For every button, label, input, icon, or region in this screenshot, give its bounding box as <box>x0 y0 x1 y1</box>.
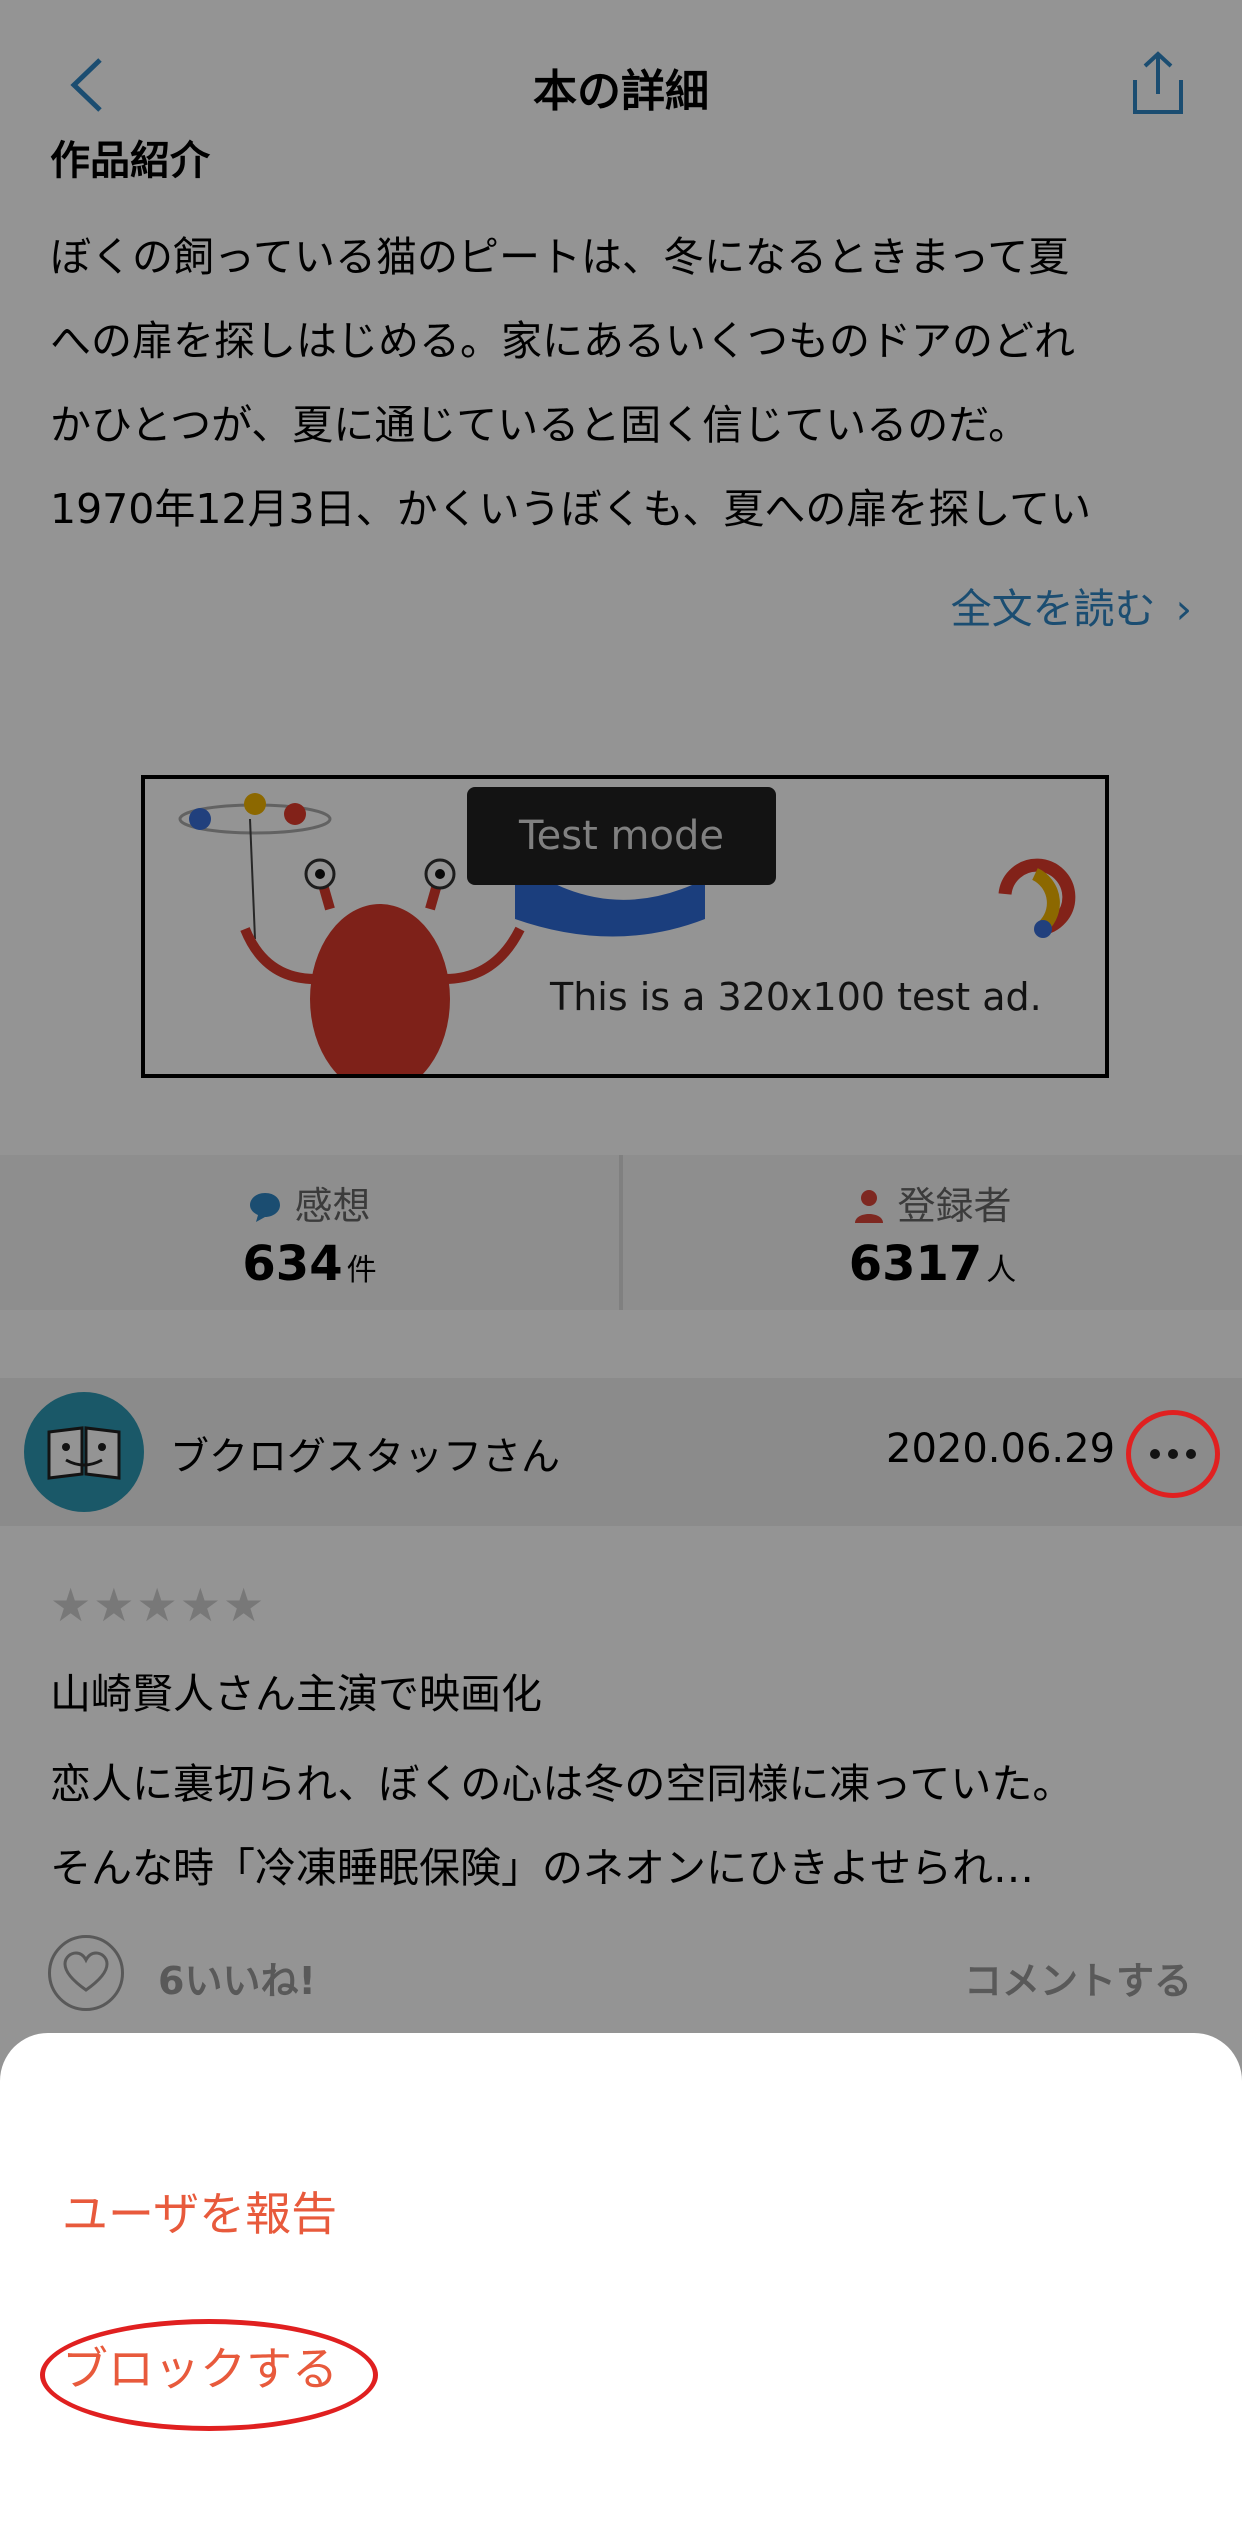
highlight-circle-more <box>1126 1410 1220 1498</box>
action-sheet <box>0 2033 1242 2525</box>
highlight-circle-block <box>40 2319 378 2431</box>
report-user-button[interactable]: ユーザを報告 <box>62 2178 337 2244</box>
